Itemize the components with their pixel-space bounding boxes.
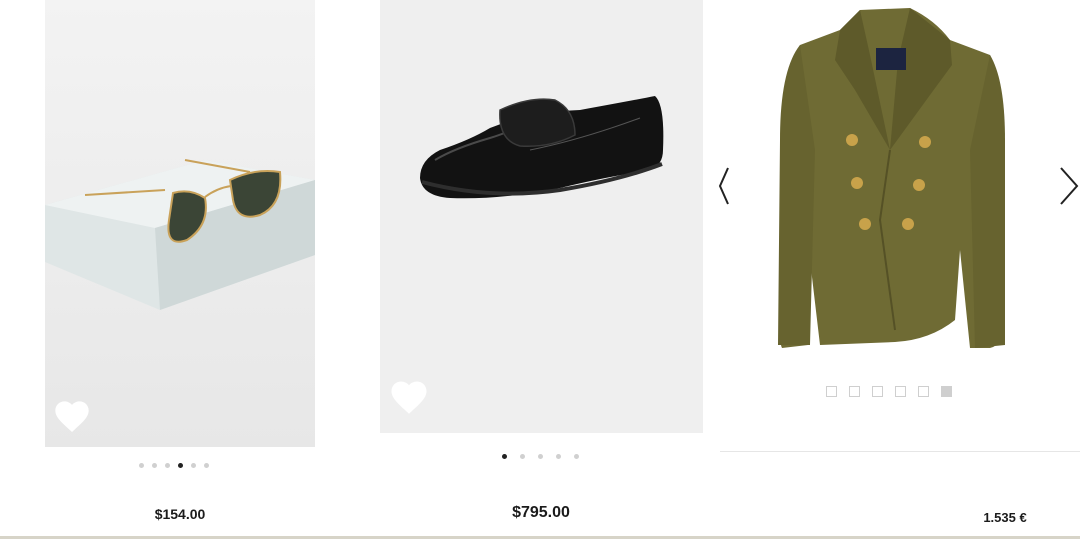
product-image-sunglasses[interactable] (45, 0, 315, 447)
sunglasses-icon (45, 0, 315, 447)
chevron-left-icon[interactable] (716, 166, 730, 211)
carousel-dot-active[interactable] (178, 463, 183, 468)
carousel-square[interactable] (849, 386, 860, 397)
image-carousel-dots[interactable] (139, 463, 209, 468)
carousel-dot[interactable] (538, 454, 543, 459)
carousel-dot[interactable] (191, 463, 196, 468)
product-image-blazer[interactable] (720, 0, 1080, 452)
carousel-square[interactable] (918, 386, 929, 397)
product-price: $795.00 (512, 504, 570, 521)
chevron-right-icon[interactable] (1058, 166, 1080, 211)
favorite-heart-icon[interactable] (52, 397, 94, 439)
carousel-dot-active[interactable] (502, 454, 507, 459)
carousel-dot[interactable] (556, 454, 561, 459)
loafer-icon (380, 0, 703, 433)
image-carousel-squares[interactable] (826, 386, 952, 397)
product-image-loafer[interactable] (380, 0, 703, 433)
carousel-square-active[interactable] (941, 386, 952, 397)
carousel-square[interactable] (872, 386, 883, 397)
carousel-dot[interactable] (204, 463, 209, 468)
carousel-dot[interactable] (139, 463, 144, 468)
blazer-icon (720, 0, 1080, 451)
carousel-dot[interactable] (152, 463, 157, 468)
carousel-square[interactable] (826, 386, 837, 397)
product-price: 1.535 € (983, 510, 1027, 525)
product-price: $154.00 (154, 506, 206, 522)
carousel-square[interactable] (895, 386, 906, 397)
carousel-dot[interactable] (165, 463, 170, 468)
favorite-heart-icon[interactable] (388, 377, 430, 419)
carousel-dot[interactable] (520, 454, 525, 459)
carousel-dot[interactable] (574, 454, 579, 459)
image-carousel-dots[interactable] (502, 454, 579, 459)
